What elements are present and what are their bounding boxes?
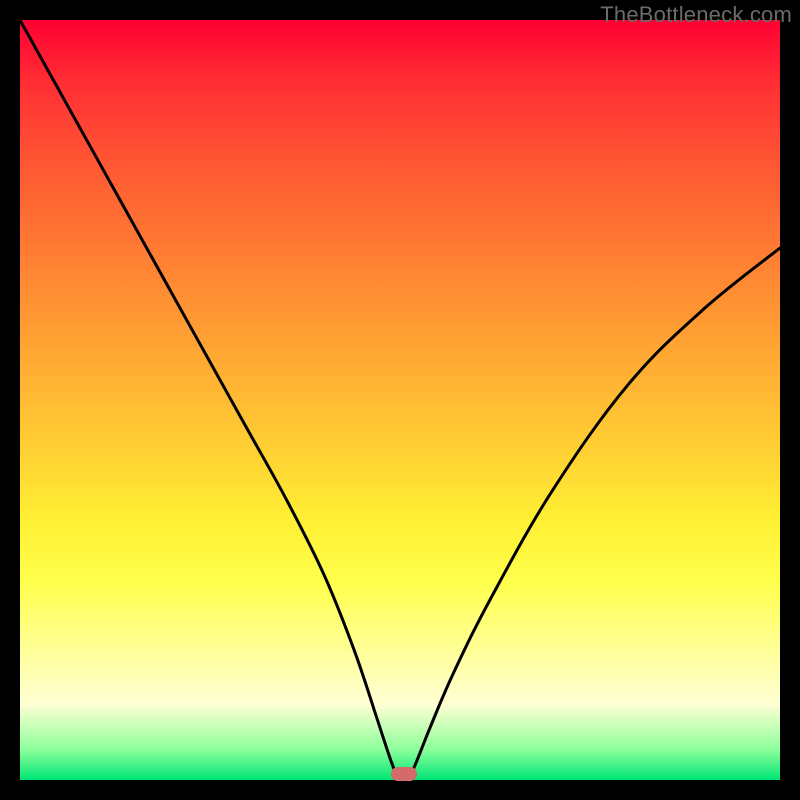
watermark-text: TheBottleneck.com: [600, 2, 792, 28]
chart-frame: TheBottleneck.com: [0, 0, 800, 800]
bottleneck-curve: [20, 20, 780, 780]
minimum-marker: [391, 767, 417, 781]
plot-area: [20, 20, 780, 780]
